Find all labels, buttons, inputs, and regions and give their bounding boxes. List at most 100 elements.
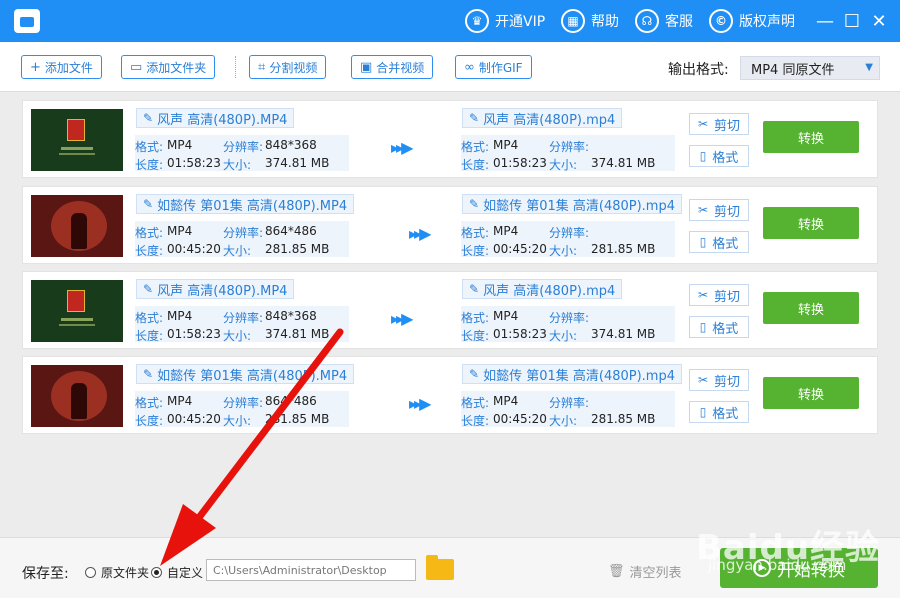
- size-key: 大小:: [549, 158, 578, 172]
- vip-crown-icon: ♛: [465, 9, 489, 33]
- vip-button[interactable]: ♛ 开通VIP: [465, 8, 545, 34]
- file-format-icon: ▯: [699, 320, 707, 334]
- convert-arrow-icon: ▸▸▶: [409, 224, 431, 243]
- convert-button[interactable]: 转换: [763, 121, 859, 153]
- source-filename-text: 如懿传 第01集 高清(480P).MP4: [157, 368, 348, 384]
- cut-button[interactable]: ✂ 剪切: [689, 199, 749, 221]
- format-value: MP4: [493, 309, 519, 323]
- duration-value: 01:58:23: [167, 156, 221, 170]
- cut-button[interactable]: ✂ 剪切: [689, 284, 749, 306]
- convert-button[interactable]: 转换: [763, 207, 859, 239]
- size-value: 374.81 MB: [591, 156, 656, 170]
- resolution-key: 分辨率:: [223, 140, 264, 154]
- output-filename[interactable]: ✎ 如懿传 第01集 高清(480P).mp4: [462, 194, 682, 214]
- cut-label: 剪切: [714, 204, 741, 220]
- duration-value: 01:58:23: [493, 327, 547, 341]
- app-logo-icon: [14, 9, 40, 33]
- convert-button[interactable]: 转换: [763, 377, 859, 409]
- format-key: 格式:: [135, 140, 164, 154]
- format-key: 格式:: [135, 396, 164, 410]
- resolution-value: 848*368: [265, 138, 317, 152]
- format-value: MP4: [493, 394, 519, 408]
- duration-key: 长度:: [135, 329, 164, 343]
- merge-video-label: 合并视频: [376, 60, 425, 75]
- cut-label: 剪切: [714, 289, 741, 305]
- source-filename[interactable]: ✎ 如懿传 第01集 高清(480P).MP4: [136, 194, 355, 214]
- merge-video-button[interactable]: ▣ 合并视频: [351, 55, 434, 79]
- minimize-icon[interactable]: —: [814, 10, 836, 32]
- make-gif-button[interactable]: ∞ 制作GIF: [455, 55, 532, 79]
- duration-key: 长度:: [461, 329, 490, 343]
- format-value: MP4: [167, 394, 193, 408]
- close-icon[interactable]: ✕: [868, 10, 890, 32]
- cut-button[interactable]: ✂ 剪切: [689, 113, 749, 135]
- split-video-button[interactable]: ⌗ 分割视频: [249, 55, 327, 79]
- split-video-label: 分割视频: [269, 60, 318, 75]
- duration-value: 01:58:23: [493, 156, 547, 170]
- size-key: 大小:: [549, 414, 578, 428]
- scissors-icon: ✂: [697, 373, 709, 387]
- source-info: 格式: MP4 分辨率: 864*486 长度: 00:45:20 大小: 281.85 MB: [135, 391, 349, 428]
- scissors-icon: ✂: [697, 117, 709, 131]
- clear-list-label: 清空列表: [629, 566, 682, 581]
- format-button-label: 格式: [712, 150, 739, 166]
- output-format-select[interactable]: MP4 同原文件 ▼: [740, 56, 880, 80]
- caption-line: [61, 318, 93, 321]
- radio-custom-label: 自定义: [167, 566, 204, 580]
- file-row: ✎ 如懿传 第01集 高清(480P).MP4 格式: MP4 分辨率: 864*486 长…: [22, 356, 878, 434]
- help-label: 帮助: [591, 14, 619, 30]
- convert-arrow-icon: ▸▸▶: [391, 309, 413, 328]
- source-filename[interactable]: ✎ 如懿传 第01集 高清(480P).MP4: [136, 364, 355, 384]
- format-button[interactable]: ▯ 格式: [689, 231, 749, 253]
- output-info: 格式: MP4 分辨率: 长度: 00:45:20 大小: 281.85 MB: [461, 221, 675, 258]
- copyright-label: 版权声明: [739, 14, 795, 30]
- save-path-input[interactable]: [206, 559, 416, 581]
- radio-custom[interactable]: 自定义: [151, 564, 203, 581]
- source-filename[interactable]: ✎ 风声 高清(480P).MP4: [136, 279, 295, 299]
- copyright-icon: ©: [709, 9, 733, 33]
- source-filename-text: 风声 高清(480P).MP4: [157, 112, 288, 128]
- format-value: MP4: [493, 224, 519, 238]
- save-to-label: 保存至:: [22, 566, 69, 582]
- format-button-label: 格式: [712, 236, 739, 252]
- scene-figure: [71, 383, 87, 419]
- service-label: 客服: [665, 14, 693, 30]
- folder-icon[interactable]: [426, 555, 454, 580]
- scene-figure: [71, 213, 87, 249]
- service-button[interactable]: ☊ 客服: [635, 8, 693, 34]
- convert-button[interactable]: 转换: [763, 292, 859, 324]
- video-thumbnail[interactable]: [31, 280, 123, 342]
- maximize-icon[interactable]: ☐: [841, 10, 863, 32]
- cut-button[interactable]: ✂ 剪切: [689, 369, 749, 391]
- format-button[interactable]: ▯ 格式: [689, 401, 749, 423]
- clear-list-button[interactable]: 🗑 清空列表: [608, 562, 682, 581]
- format-key: 格式:: [135, 311, 164, 325]
- pencil-icon: ✎: [143, 111, 154, 125]
- copyright-button[interactable]: © 版权声明: [709, 8, 795, 34]
- output-filename-text: 如懿传 第01集 高清(480P).mp4: [483, 368, 675, 384]
- video-thumbnail[interactable]: [31, 365, 123, 427]
- title-bar: ♛ 开通VIP ▦ 帮助 ☊ 客服 © 版权声明 — ☐ ✕: [0, 0, 900, 42]
- output-filename[interactable]: ✎ 风声 高清(480P).mp4: [462, 279, 623, 299]
- size-value: 281.85 MB: [265, 242, 330, 256]
- add-file-button[interactable]: + 添加文件: [21, 55, 102, 79]
- add-folder-button[interactable]: ▭ 添加文件夹: [121, 55, 216, 79]
- video-thumbnail[interactable]: [31, 195, 123, 257]
- resolution-value: 864*486: [265, 224, 317, 238]
- help-button[interactable]: ▦ 帮助: [561, 8, 619, 34]
- format-button[interactable]: ▯ 格式: [689, 316, 749, 338]
- resolution-value: 864*486: [265, 394, 317, 408]
- resolution-value: 848*368: [265, 309, 317, 323]
- source-filename[interactable]: ✎ 风声 高清(480P).MP4: [136, 108, 295, 128]
- size-key: 大小:: [549, 244, 578, 258]
- duration-key: 长度:: [135, 244, 164, 258]
- size-value: 374.81 MB: [591, 327, 656, 341]
- file-format-icon: ▯: [699, 405, 707, 419]
- radio-original-folder[interactable]: 原文件夹: [85, 564, 149, 581]
- output-filename[interactable]: ✎ 如懿传 第01集 高清(480P).mp4: [462, 364, 682, 384]
- output-filename[interactable]: ✎ 风声 高清(480P).mp4: [462, 108, 623, 128]
- convert-label: 转换: [797, 217, 824, 233]
- output-info: 格式: MP4 分辨率: 长度: 00:45:20 大小: 281.85 MB: [461, 391, 675, 428]
- format-button[interactable]: ▯ 格式: [689, 145, 749, 167]
- video-thumbnail[interactable]: [31, 109, 123, 171]
